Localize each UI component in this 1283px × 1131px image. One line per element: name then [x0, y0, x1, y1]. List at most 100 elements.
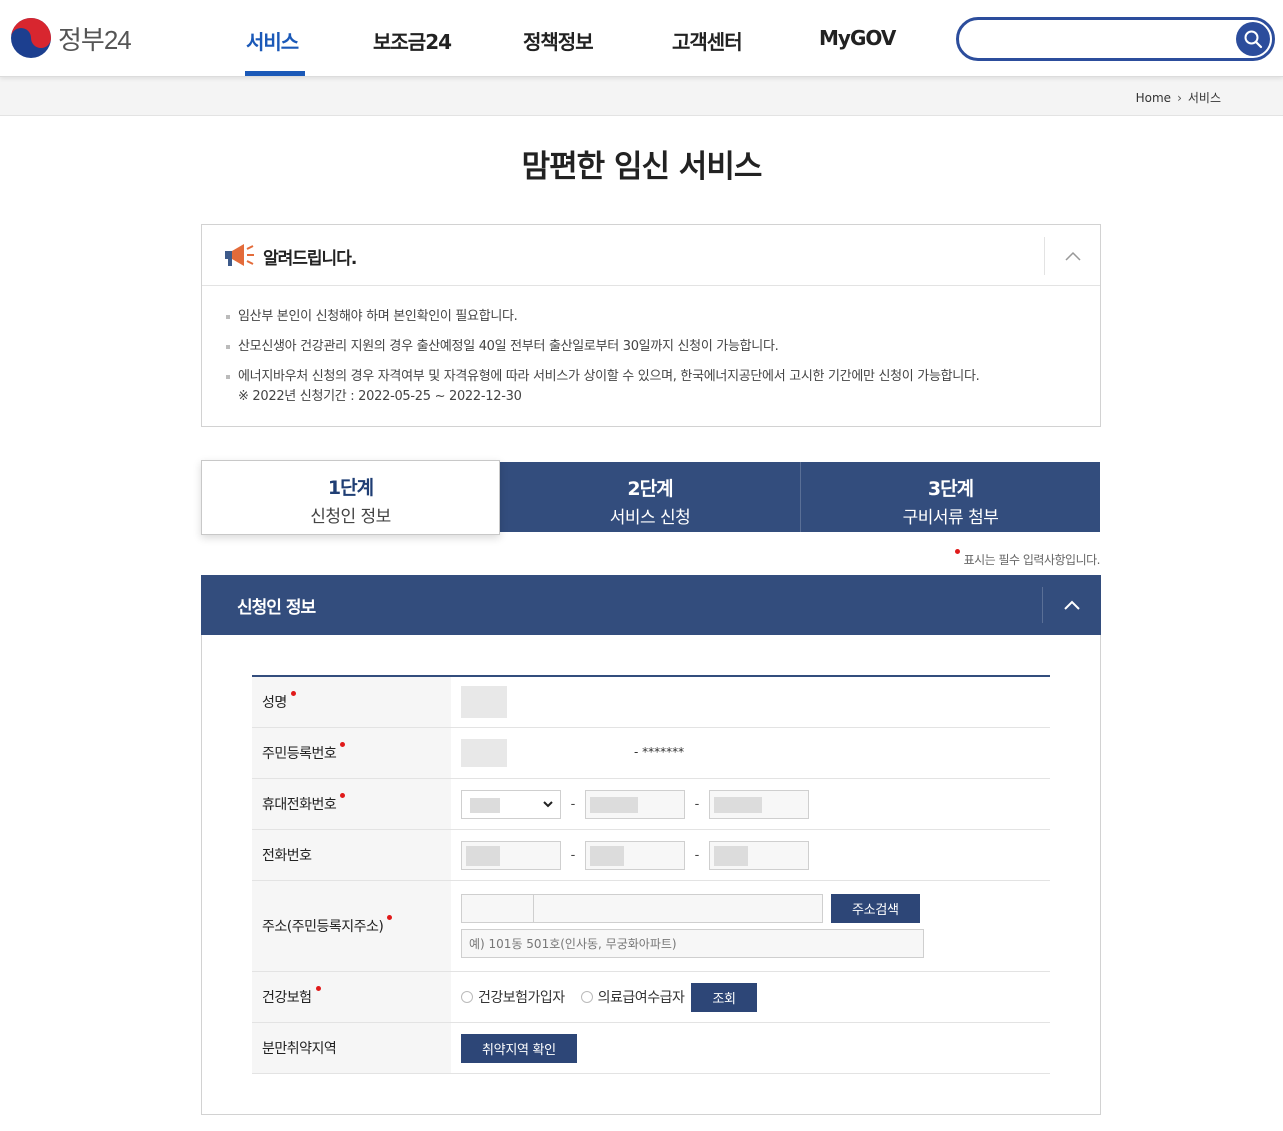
- radio-label: 의료급여수급자: [597, 990, 685, 1006]
- form-row-address: 주소(주민등록지주소) 주소검색 예) 101동 501호(인사동, 무궁화아파…: [252, 881, 1050, 972]
- megaphone-icon: [225, 244, 254, 266]
- label-birth-area: 분만취약지역: [252, 1023, 451, 1073]
- notice-title: 알려드립니다.: [263, 249, 357, 269]
- required-dot-icon: [387, 914, 393, 920]
- masked-select-value: [470, 797, 500, 813]
- nav-item-policy[interactable]: 정책정보: [523, 26, 594, 55]
- section-header: 신청인 정보: [201, 575, 1101, 635]
- radio-label: 건강보험가입자: [478, 990, 565, 1006]
- address-detail-input[interactable]: 예) 101동 501호(인사동, 무궁화아파트): [461, 929, 924, 958]
- applicant-info-section: 신청인 정보 성명 주민등록번호 - ******* 휴대전화번호 - - 전화…: [201, 575, 1101, 1115]
- insurance-option-subscriber[interactable]: 건강보험가입자: [461, 987, 565, 1007]
- insurance-option-medical-aid[interactable]: 의료급여수급자: [580, 987, 685, 1007]
- required-note: 표시는 필수 입력사항입니다.: [954, 549, 1101, 568]
- value-insurance: 건강보험가입자 의료급여수급자 조회: [451, 972, 1050, 1022]
- form-row-insurance: 건강보험 건강보험가입자 의료급여수급자 조회: [252, 972, 1050, 1023]
- mobile-middle-input[interactable]: [585, 789, 685, 819]
- label-rrn-text: 주민등록번호: [262, 746, 337, 762]
- top-header: 정부24 서비스 보조금24 정책정보 고객센터 MyGOV: [0, 0, 1283, 77]
- breadcrumb: Home › 서비스: [1136, 89, 1221, 106]
- notice-item: 임산부 본인이 신청해야 하며 본인확인이 필요합니다.: [226, 306, 1076, 327]
- value-phone: - -: [451, 830, 1050, 880]
- step-indicator: 1단계 신청인 정보 2단계 서비스 신청 3단계 구비서류 첨부: [201, 460, 1100, 535]
- masked-input-value: [714, 845, 748, 866]
- address-search-button[interactable]: 주소검색: [831, 894, 920, 923]
- nav-active-indicator: [245, 71, 305, 76]
- zipcode-input[interactable]: [461, 894, 534, 923]
- notice-collapse-button[interactable]: [1044, 237, 1100, 275]
- required-dot-icon: [340, 741, 346, 747]
- breadcrumb-current[interactable]: 서비스: [1188, 89, 1221, 106]
- birth-area-check-button[interactable]: 취약지역 확인: [461, 1033, 577, 1063]
- dash-separator: -: [694, 796, 700, 812]
- chevron-down-icon: [543, 800, 553, 807]
- address-input[interactable]: [534, 894, 823, 923]
- nav-item-subsidy24[interactable]: 보조금24: [373, 26, 452, 55]
- mobile-last-input[interactable]: [709, 789, 809, 819]
- masked-input-value: [590, 796, 638, 813]
- notice-item: 에너지바우처 신청의 경우 자격여부 및 자격유형에 따라 서비스가 상이할 수…: [226, 366, 1076, 387]
- label-insurance-text: 건강보험: [262, 990, 312, 1006]
- required-dot-icon: [340, 792, 346, 798]
- notice-item: 산모신생아 건강관리 지원의 경우 출산예정일 40일 전부터 출산일로부터 3…: [226, 336, 1076, 357]
- search-button[interactable]: [1236, 22, 1270, 56]
- step-2-number: 2단계: [627, 478, 673, 500]
- address-inputs: [461, 894, 823, 923]
- label-insurance: 건강보험: [252, 972, 451, 1022]
- required-dot-icon: [290, 690, 296, 696]
- search-input[interactable]: [956, 17, 1275, 61]
- masked-input-value: [466, 845, 500, 866]
- nav-item-service[interactable]: 서비스: [246, 26, 299, 55]
- masked-input-value: [590, 845, 624, 866]
- step-1-number: 1단계: [327, 477, 374, 499]
- label-mobile: 휴대전화번호: [252, 779, 451, 829]
- phone-middle-input[interactable]: [585, 840, 685, 870]
- nav-item-mygov[interactable]: MyGOV: [819, 26, 896, 50]
- address-line-1: 주소검색: [461, 894, 920, 923]
- step-3-label: 구비서류 첨부: [902, 508, 999, 528]
- label-phone: 전화번호: [252, 830, 451, 880]
- applicant-form-table: 성명 주민등록번호 - ******* 휴대전화번호 - - 전화번호 - - …: [252, 675, 1050, 1074]
- step-1: 1단계 신청인 정보: [201, 460, 500, 535]
- label-birth-area-text: 분만취약지역: [262, 1041, 337, 1057]
- masked-input-value: [714, 796, 762, 813]
- label-name: 성명: [252, 677, 451, 727]
- value-birth-area: 취약지역 확인: [451, 1023, 1050, 1073]
- page-title: 맘편한 임신 서비스: [521, 149, 763, 185]
- notice-header: 알려드립니다.: [202, 225, 1100, 286]
- dash-separator: -: [694, 847, 700, 863]
- section-collapse-button[interactable]: [1042, 587, 1101, 623]
- notice-period-note: ※ 2022년 신청기간 : 2022-05-25 ~ 2022-12-30: [238, 389, 522, 404]
- phone-last-input[interactable]: [709, 840, 809, 870]
- required-dot-icon: [315, 985, 321, 991]
- masked-name-value: [461, 686, 507, 718]
- step-2: 2단계 서비스 신청: [500, 462, 800, 532]
- logo[interactable]: 정부24: [10, 17, 132, 59]
- mobile-prefix-select[interactable]: [461, 789, 561, 819]
- section-title: 신청인 정보: [237, 598, 316, 618]
- phone-area-input[interactable]: [461, 840, 561, 870]
- breadcrumb-home[interactable]: Home: [1136, 91, 1171, 105]
- chevron-up-icon: [1064, 251, 1081, 261]
- label-phone-text: 전화번호: [262, 848, 312, 864]
- radio-circle[interactable]: [461, 991, 473, 1003]
- rrn-back-masked: - *******: [634, 745, 685, 759]
- taegeuk-logo-icon: [11, 18, 51, 58]
- step-2-label: 서비스 신청: [609, 508, 691, 528]
- step-1-label: 신청인 정보: [310, 507, 391, 527]
- insurance-check-button[interactable]: 조회: [691, 982, 757, 1012]
- radio-circle[interactable]: [580, 991, 593, 1003]
- label-rrn: 주민등록번호: [252, 728, 451, 778]
- logo-text: 정부24: [58, 24, 132, 55]
- label-name-text: 성명: [262, 695, 287, 711]
- nav-item-customer-center[interactable]: 고객센터: [672, 26, 743, 55]
- value-address: 주소검색 예) 101동 501호(인사동, 무궁화아파트): [451, 881, 1050, 971]
- chevron-right-icon: ›: [1177, 90, 1182, 105]
- form-row-rrn: 주민등록번호 - *******: [252, 728, 1050, 779]
- dash-separator: -: [570, 847, 576, 863]
- label-address: 주소(주민등록지주소): [252, 881, 451, 971]
- form-row-name: 성명: [252, 677, 1050, 728]
- chevron-up-icon: [1064, 600, 1080, 610]
- form-row-birth-area: 분만취약지역 취약지역 확인: [252, 1023, 1050, 1074]
- label-mobile-text: 휴대전화번호: [262, 797, 337, 813]
